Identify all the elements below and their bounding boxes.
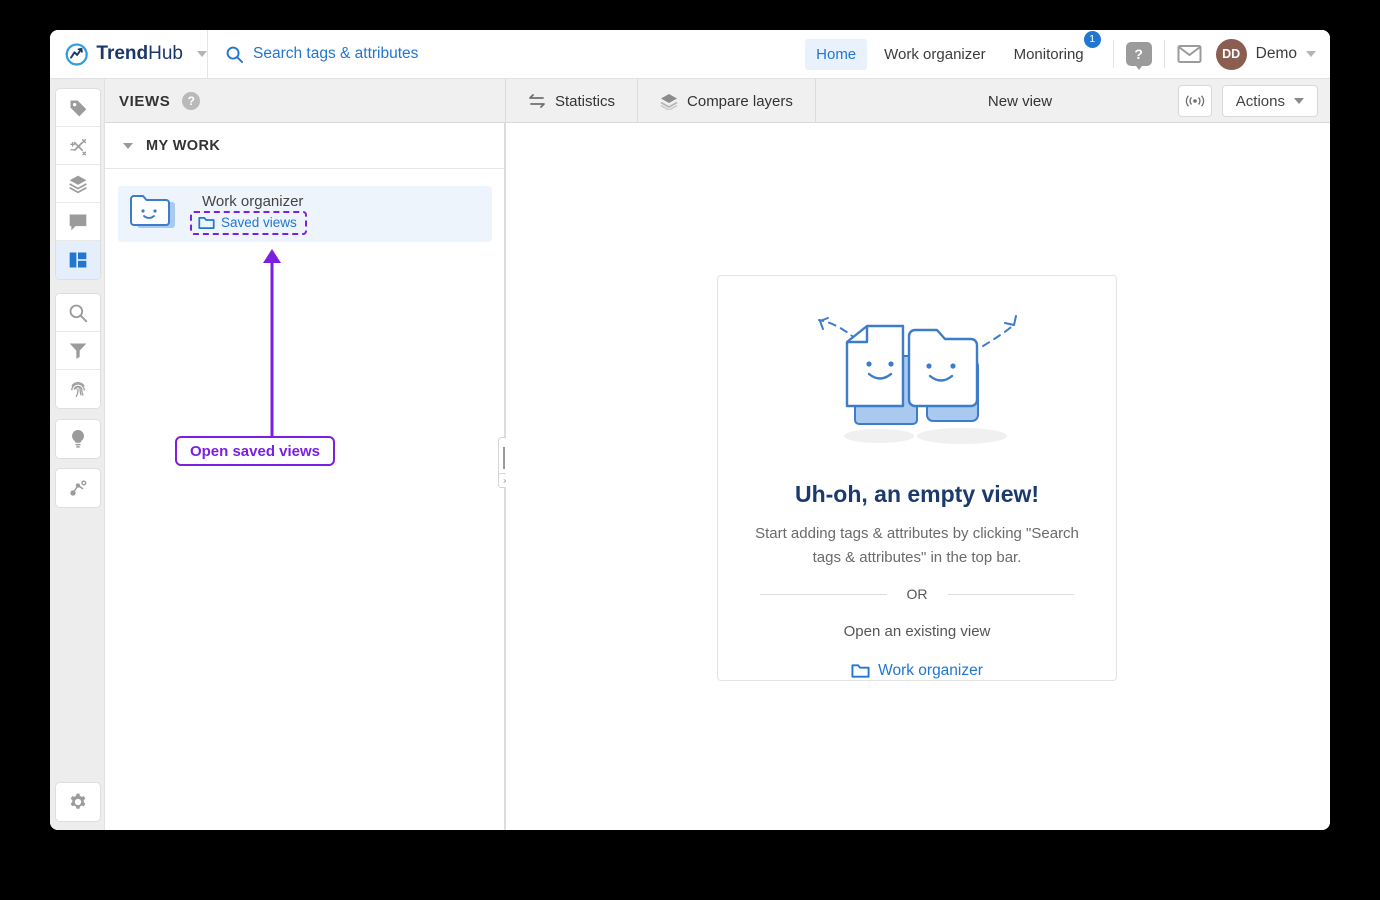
views-help-icon[interactable]: ? xyxy=(182,92,201,110)
left-icon-rail xyxy=(50,79,105,830)
logo-text: TrendHub xyxy=(96,43,183,64)
recommendations-bulb-icon[interactable] xyxy=(56,420,100,458)
empty-state-body: Start adding tags & attributes by clicki… xyxy=(718,522,1116,570)
main-view-area: Uh-oh, an empty view! Start adding tags … xyxy=(506,123,1330,830)
fingerprint-icon[interactable] xyxy=(56,370,100,408)
nav-work-organizer[interactable]: Work organizer xyxy=(873,39,996,70)
empty-state-body-line1: Start adding tags & attributes by clicki… xyxy=(755,525,1079,542)
nav-home[interactable]: Home xyxy=(805,38,868,70)
empty-state-subtitle: Open an existing view xyxy=(843,623,991,640)
views-header: VIEWS ? xyxy=(119,79,201,123)
settings-gear-icon[interactable] xyxy=(56,783,100,821)
monitoring-badge: 1 xyxy=(1083,30,1101,48)
work-organizer-link[interactable]: Work organizer xyxy=(718,662,1116,680)
work-organizer-item[interactable]: Work organizer Saved views xyxy=(118,186,492,242)
work-organizer-title: Work organizer xyxy=(202,193,304,210)
search-zone xyxy=(208,45,805,64)
nav-monitoring-label: Monitoring xyxy=(1013,45,1084,63)
actions-label: Actions xyxy=(1235,92,1285,110)
views-dashboard-icon[interactable] xyxy=(56,241,100,279)
my-work-label: MY WORK xyxy=(146,137,221,154)
empty-state-title: Uh-oh, an empty view! xyxy=(794,481,1040,507)
empty-state-card: Uh-oh, an empty view! Start adding tags … xyxy=(717,275,1117,681)
folder-icon xyxy=(198,216,215,229)
logo-dropdown-caret-icon[interactable] xyxy=(197,51,207,57)
trendhub-logo-icon xyxy=(65,42,88,66)
layers-rail-icon[interactable] xyxy=(56,165,100,203)
views-tree-panel: MY WORK Work organizer Saved views Open … xyxy=(105,123,505,830)
tags-icon[interactable] xyxy=(56,89,100,127)
search-input[interactable] xyxy=(253,45,673,63)
nav-monitoring[interactable]: Monitoring 1 xyxy=(1003,30,1101,70)
mail-icon[interactable] xyxy=(1177,44,1202,64)
user-menu-caret-icon[interactable] xyxy=(1306,51,1316,57)
broadcast-icon xyxy=(1185,95,1205,107)
calculations-icon[interactable] xyxy=(56,127,100,165)
my-work-section-header[interactable]: MY WORK xyxy=(105,123,504,169)
rail-search-icon[interactable] xyxy=(56,294,100,332)
live-broadcast-button[interactable] xyxy=(1177,85,1212,117)
toolbar-buttons: Actions xyxy=(1177,85,1318,117)
app-window: TrendHub Home Work organizer Monitoring … xyxy=(50,30,1330,830)
toolbar-strip: VIEWS ? Statistics Compare layers New vi… xyxy=(105,79,1330,123)
search-icon xyxy=(226,46,244,63)
annotation-callout: Open saved views xyxy=(175,436,335,466)
top-right-nav: Home Work organizer Monitoring 1 ? DD De… xyxy=(805,30,1330,78)
empty-state-body-line2: tags & attributes" in the top bar. xyxy=(812,549,1022,566)
machine-learning-icon[interactable] xyxy=(56,469,100,507)
tab-compare-layers-label: Compare layers xyxy=(687,92,793,110)
folder-icon xyxy=(851,664,870,678)
actions-button[interactable]: Actions xyxy=(1221,85,1318,117)
divider xyxy=(1163,40,1165,68)
logo[interactable]: TrendHub xyxy=(50,30,208,78)
comments-icon[interactable] xyxy=(56,203,100,241)
tab-statistics[interactable]: Statistics xyxy=(505,79,637,123)
actions-caret-icon xyxy=(1294,98,1304,104)
annotation-arrow xyxy=(263,249,281,436)
tab-statistics-label: Statistics xyxy=(555,92,616,110)
work-organizer-link-label: Work organizer xyxy=(878,662,983,679)
layers-icon xyxy=(660,93,678,110)
saved-views-link[interactable]: Saved views xyxy=(221,215,297,230)
tab-compare-layers[interactable]: Compare layers xyxy=(637,79,816,123)
saved-views-highlight-box: Saved views xyxy=(190,211,307,235)
top-bar: TrendHub Home Work organizer Monitoring … xyxy=(50,30,1330,79)
user-name[interactable]: Demo xyxy=(1256,45,1297,63)
toolbar-tabs: Statistics Compare layers xyxy=(505,79,816,123)
annotation-text: Open saved views xyxy=(189,442,321,460)
empty-view-illustration xyxy=(818,315,1017,444)
avatar[interactable]: DD xyxy=(1215,38,1247,70)
divider xyxy=(1112,40,1114,68)
filter-icon[interactable] xyxy=(56,332,100,370)
help-icon[interactable]: ? xyxy=(1125,42,1152,70)
or-label: OR xyxy=(906,586,928,602)
or-divider: OR xyxy=(760,586,1074,602)
views-label: VIEWS xyxy=(119,92,171,110)
swap-arrows-icon xyxy=(528,93,546,109)
smiling-folder-icon xyxy=(130,192,176,237)
collapse-caret-icon xyxy=(123,142,133,149)
